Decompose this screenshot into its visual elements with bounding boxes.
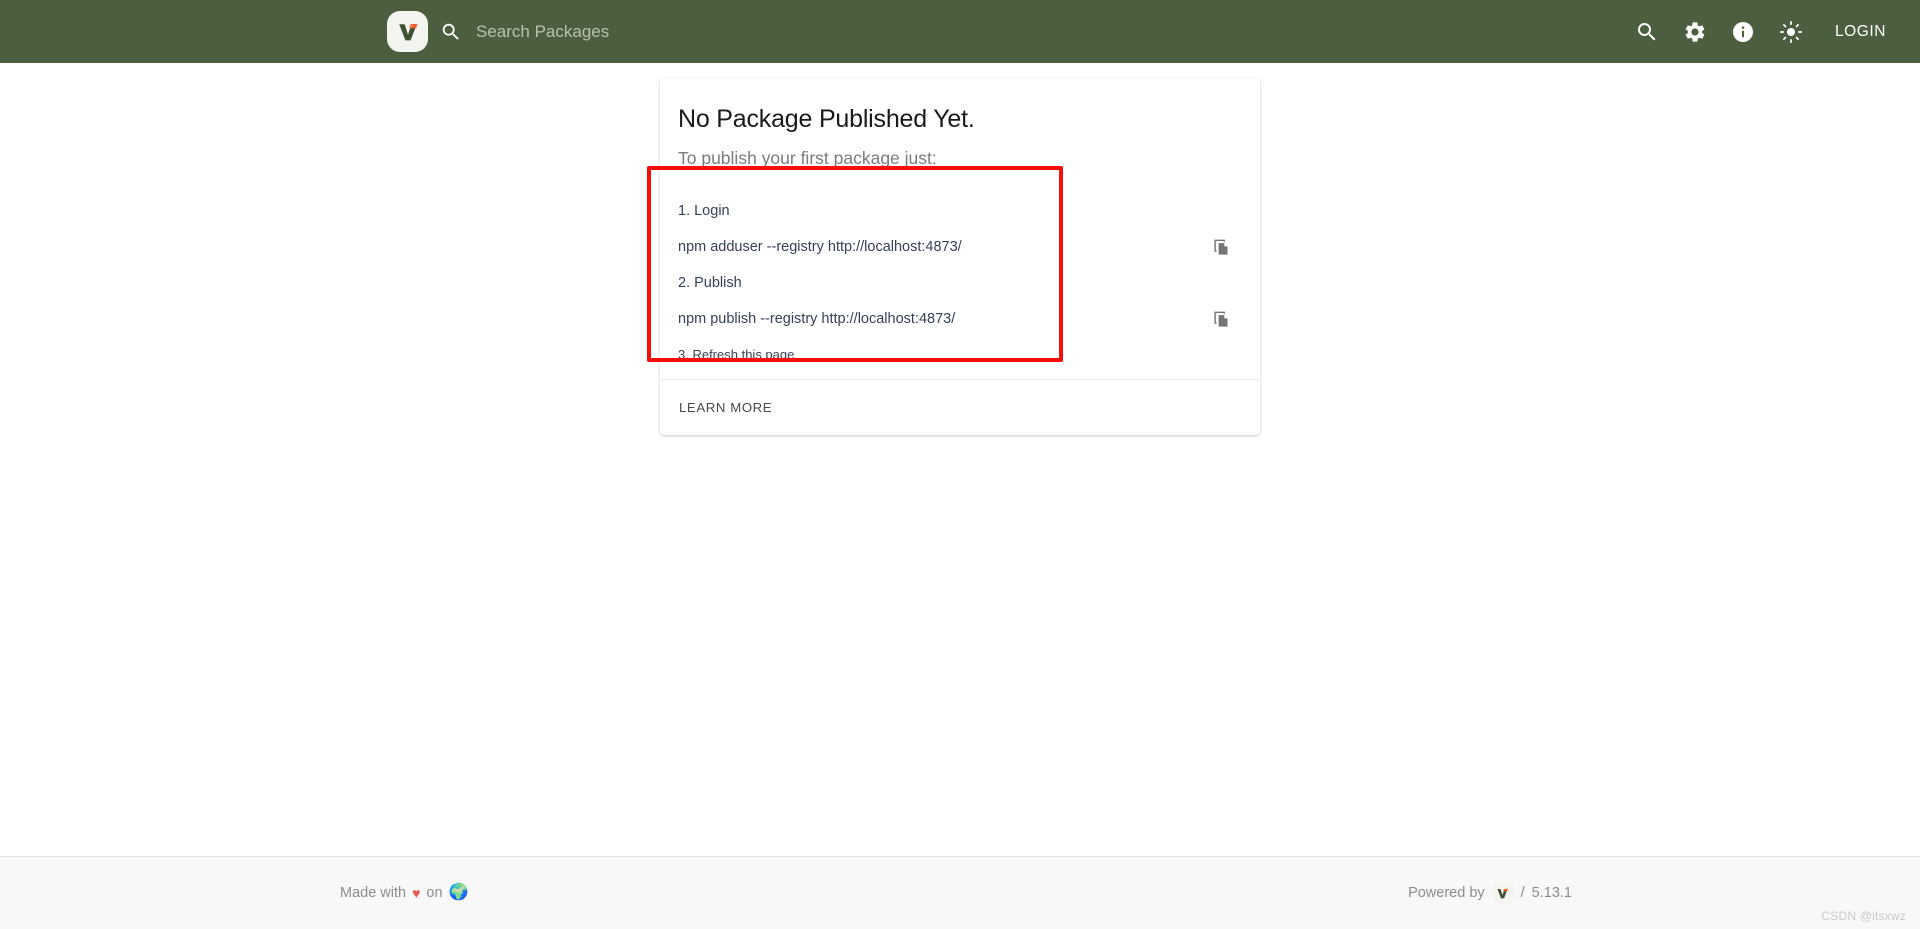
search-icon [442,23,459,40]
info-icon [1733,21,1754,42]
footer-made-with: Made with ♥ on 🌍 [340,884,469,902]
step-label-publish: 2. Publish [678,275,742,291]
publish-steps-list: 1. Login npm adduser --registry http://l… [660,171,1260,379]
copy-icon [1213,311,1228,327]
theme-toggle-button[interactable] [1767,8,1815,56]
settings-button[interactable] [1671,8,1719,56]
card-actions: LEARN MORE [660,379,1260,435]
info-button[interactable] [1719,8,1767,56]
learn-more-button[interactable]: LEARN MORE [670,393,781,422]
search-input[interactable] [476,11,1096,52]
footer-powered-by: Powered by / 5.13.1 [1408,882,1572,904]
search-icon [1638,22,1656,40]
verdaccio-logo [1491,882,1514,904]
login-button[interactable]: LOGIN [1821,15,1902,49]
globe-icon: 🌍 [448,884,469,901]
made-with-suffix: on [426,885,443,901]
copy-icon [1213,239,1228,255]
step-row: 1. Login [678,193,1242,229]
verdaccio-logo[interactable] [387,11,428,52]
step-label-login: 1. Login [678,203,730,219]
watermark: CSDN @itsxwz [1821,909,1906,923]
step-row: 2. Publish [678,265,1242,301]
step-label-refresh: 3. Refresh this page [678,347,795,362]
powered-by-label: Powered by [1408,885,1485,901]
copy-adduser-button[interactable] [1206,232,1236,262]
verdaccio-logo-icon [1497,888,1509,898]
copy-publish-button[interactable] [1206,304,1236,334]
version-label: 5.13.1 [1531,885,1572,901]
card-subtitle: To publish your first package just: [678,148,937,168]
version-separator: / [1520,885,1525,901]
step-row: npm publish --registry http://localhost:… [678,301,1242,337]
app-footer: Made with ♥ on 🌍 Powered by / 5.13.1 [0,856,1920,929]
made-with-prefix: Made with [340,885,407,901]
search-icon-button[interactable] [1623,8,1671,56]
app-header: LOGIN [0,0,1920,63]
page-title: No Package Published Yet. [678,105,975,133]
command-publish[interactable]: npm publish --registry http://localhost:… [678,302,955,336]
command-adduser[interactable]: npm adduser --registry http://localhost:… [678,230,962,264]
step-row: 3. Refresh this page [678,337,1242,373]
verdaccio-logo-icon [398,23,417,40]
header-actions: LOGIN [1623,0,1920,63]
heart-icon: ♥ [412,885,421,901]
step-row: npm adduser --registry http://localhost:… [678,229,1242,265]
brightness-icon [1779,20,1803,43]
no-package-card: No Package Published Yet. To publish you… [660,78,1260,435]
gear-icon [1685,21,1705,42]
search-bar[interactable] [440,0,1096,63]
main-content: No Package Published Yet. To publish you… [0,63,1920,856]
